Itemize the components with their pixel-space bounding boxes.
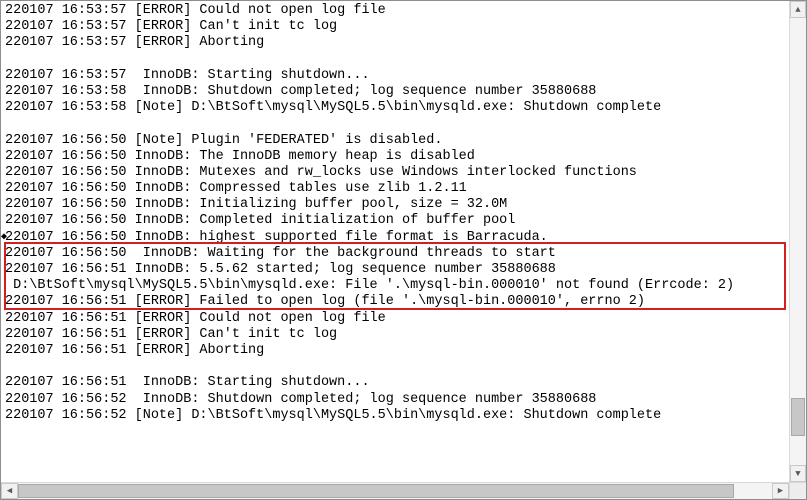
log-line: 220107 16:53:57 [ERROR] Could not open l…	[5, 3, 734, 19]
log-line	[5, 116, 734, 132]
log-line: 220107 16:53:57 InnoDB: Starting shutdow…	[5, 68, 734, 84]
log-line: 220107 16:53:57 [ERROR] Can't init tc lo…	[5, 19, 734, 35]
log-line: 220107 16:56:51 InnoDB: 5.5.62 started; …	[5, 262, 734, 278]
log-line: 220107 16:56:50 InnoDB: The InnoDB memor…	[5, 149, 734, 165]
log-line: 220107 16:56:50 InnoDB: Waiting for the …	[5, 246, 734, 262]
scroll-left-arrow[interactable]: ◀	[1, 483, 18, 499]
hscroll-track[interactable]	[18, 483, 772, 499]
log-line: 220107 16:56:51 [ERROR] Failed to open l…	[5, 294, 734, 310]
log-line	[5, 359, 734, 375]
log-line: 220107 16:56:50 InnoDB: Mutexes and rw_l…	[5, 165, 734, 181]
log-line	[5, 52, 734, 68]
log-line: 220107 16:56:51 [ERROR] Can't init tc lo…	[5, 327, 734, 343]
vscroll-track[interactable]	[790, 18, 806, 465]
log-line: 220107 16:53:58 InnoDB: Shutdown complet…	[5, 84, 734, 100]
vertical-scrollbar[interactable]: ▲ ▼	[789, 1, 806, 482]
log-line: 220107 16:56:52 InnoDB: Shutdown complet…	[5, 392, 734, 408]
log-line: 220107 16:56:50 InnoDB: Initializing buf…	[5, 197, 734, 213]
scroll-right-arrow[interactable]: ▶	[772, 483, 789, 499]
log-viewport: 220107 16:53:57 [ERROR] Could not open l…	[1, 1, 806, 482]
log-line: 220107 16:56:50 InnoDB: highest supporte…	[5, 230, 734, 246]
log-line: 220107 16:56:50 InnoDB: Compressed table…	[5, 181, 734, 197]
log-line: 220107 16:56:51 [ERROR] Aborting	[5, 343, 734, 359]
log-line: 220107 16:56:51 InnoDB: Starting shutdow…	[5, 375, 734, 391]
log-viewer-window: 220107 16:53:57 [ERROR] Could not open l…	[0, 0, 807, 500]
scrollbar-corner	[789, 482, 806, 499]
scroll-down-arrow[interactable]: ▼	[790, 465, 806, 482]
log-line: 220107 16:53:58 [Note] D:\BtSoft\mysql\M…	[5, 100, 734, 116]
scroll-up-arrow[interactable]: ▲	[790, 1, 806, 18]
line-marker-bullet: ◆	[1, 230, 7, 246]
log-line: 220107 16:56:51 [ERROR] Could not open l…	[5, 311, 734, 327]
log-content: 220107 16:53:57 [ERROR] Could not open l…	[1, 1, 738, 442]
log-line: 220107 16:56:50 InnoDB: Completed initia…	[5, 213, 734, 229]
horizontal-scrollbar[interactable]: ◀ ▶	[1, 482, 789, 499]
log-line	[5, 424, 734, 440]
log-line: 220107 16:56:52 [Note] D:\BtSoft\mysql\M…	[5, 408, 734, 424]
log-line: D:\BtSoft\mysql\MySQL5.5\bin\mysqld.exe:…	[5, 278, 734, 294]
log-line: 220107 16:56:50 [Note] Plugin 'FEDERATED…	[5, 133, 734, 149]
vscroll-thumb[interactable]	[791, 398, 805, 436]
hscroll-thumb[interactable]	[18, 484, 734, 498]
log-line: 220107 16:53:57 [ERROR] Aborting	[5, 35, 734, 51]
